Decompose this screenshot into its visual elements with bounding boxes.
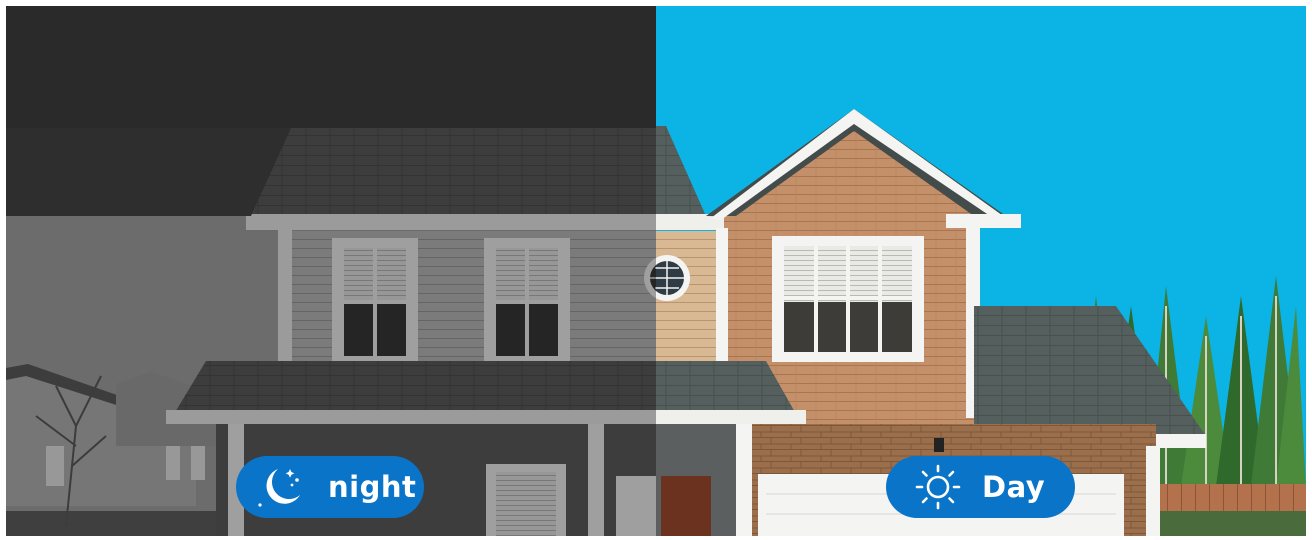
night-label: night <box>328 470 417 504</box>
day-mode-badge: Day <box>886 456 1075 518</box>
sun-icon <box>915 464 961 510</box>
day-night-comparison-image <box>6 6 1306 536</box>
house-illustration <box>6 6 1306 536</box>
day-label: Day <box>982 470 1046 504</box>
night-mode-badge: night <box>236 456 424 518</box>
moon-stars-icon <box>258 469 300 507</box>
